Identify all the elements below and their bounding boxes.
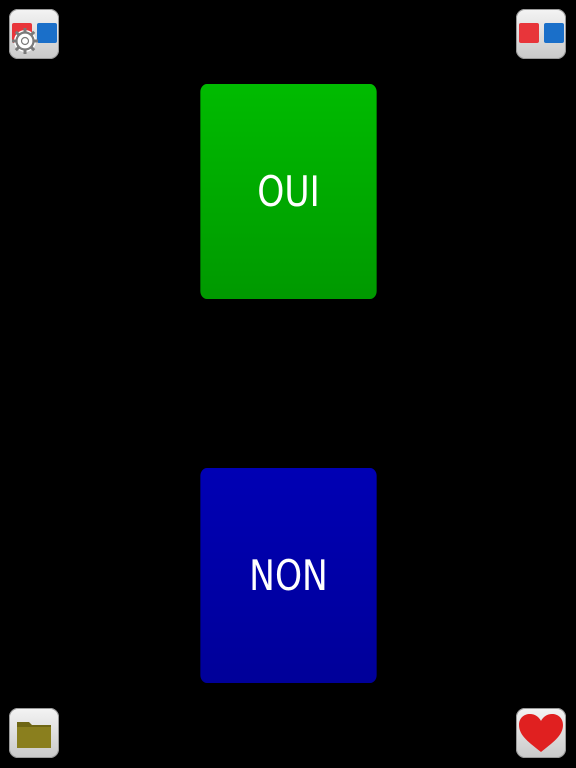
screen: OUI NON <box>0 0 576 768</box>
heart-icon <box>519 714 563 752</box>
yes-button[interactable]: OUI <box>200 84 377 299</box>
mode-toggle-button[interactable] <box>516 9 566 59</box>
favorites-button[interactable] <box>516 708 566 758</box>
no-button[interactable]: NON <box>200 468 377 683</box>
folder-icon <box>17 722 51 748</box>
settings-gear-icon <box>12 23 57 54</box>
folder-button[interactable] <box>9 708 59 758</box>
red-blue-squares-icon <box>519 23 564 43</box>
no-button-label: NON <box>249 551 328 600</box>
yes-button-label: OUI <box>257 167 320 216</box>
settings-button[interactable] <box>9 9 59 59</box>
